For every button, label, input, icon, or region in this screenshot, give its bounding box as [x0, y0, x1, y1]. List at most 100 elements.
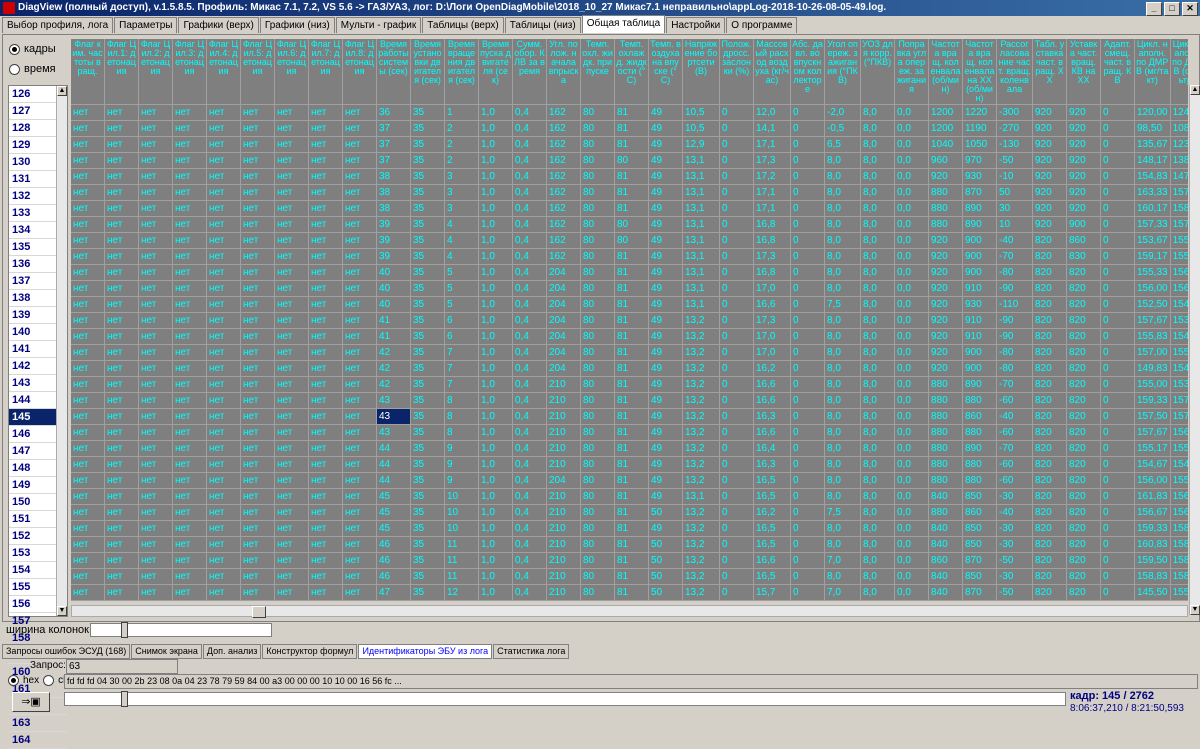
- table-cell[interactable]: 5: [444, 280, 479, 297]
- table-cell[interactable]: 204: [546, 360, 581, 377]
- table-cell[interactable]: 210: [546, 552, 581, 569]
- table-cell[interactable]: нет: [308, 392, 343, 409]
- table-cell[interactable]: нет: [274, 456, 309, 473]
- table-cell[interactable]: 8,0: [860, 248, 895, 265]
- table-cell[interactable]: 16,2: [753, 360, 791, 377]
- table-cell[interactable]: нет: [71, 136, 105, 153]
- table-cell[interactable]: 50: [648, 568, 683, 585]
- table-row[interactable]: нет нет нет нет нет нет нет нет нет 39 35 4 1,0 0,4 16…: [71, 216, 1188, 233]
- table-cell[interactable]: 880: [962, 456, 997, 473]
- table-cell[interactable]: нет: [71, 184, 105, 201]
- radio-time[interactable]: время: [9, 63, 56, 75]
- table-cell[interactable]: 0,0: [894, 456, 929, 473]
- table-cell[interactable]: 49: [648, 200, 683, 217]
- table-cell[interactable]: нет: [71, 152, 105, 169]
- table-cell[interactable]: нет: [240, 584, 275, 601]
- table-cell[interactable]: нет: [138, 280, 173, 297]
- table-cell[interactable]: 3: [444, 200, 479, 217]
- table-cell[interactable]: 8,0: [860, 568, 895, 585]
- table-cell[interactable]: 17,3: [753, 248, 791, 265]
- table-cell[interactable]: 160,83: [1134, 536, 1171, 553]
- table-cell[interactable]: 155,83: [1170, 472, 1188, 489]
- table-cell[interactable]: 8,0: [824, 472, 861, 489]
- table-cell[interactable]: нет: [274, 552, 309, 569]
- table-cell[interactable]: нет: [274, 264, 309, 281]
- table-cell[interactable]: 156,67: [1170, 504, 1188, 521]
- table-cell[interactable]: нет: [342, 136, 377, 153]
- table-cell[interactable]: 148,17: [1134, 152, 1171, 169]
- table-cell[interactable]: 159,17: [1134, 248, 1171, 265]
- table-cell[interactable]: 840: [928, 568, 963, 585]
- table-cell[interactable]: 0,0: [894, 344, 929, 361]
- table-cell[interactable]: 8,0: [860, 296, 895, 313]
- row-number[interactable]: 163: [9, 715, 67, 732]
- table-cell[interactable]: нет: [138, 200, 173, 217]
- table-cell[interactable]: 820: [1066, 424, 1101, 441]
- table-cell[interactable]: нет: [308, 568, 343, 585]
- table-cell[interactable]: 840: [928, 536, 963, 553]
- table-cell[interactable]: 0,4: [512, 264, 547, 281]
- table-cell[interactable]: 0: [719, 360, 754, 377]
- table-cell[interactable]: нет: [308, 168, 343, 185]
- table-cell[interactable]: 1,0: [478, 232, 513, 249]
- table-cell[interactable]: нет: [172, 136, 207, 153]
- table-cell[interactable]: 8,0: [824, 376, 861, 393]
- table-cell[interactable]: 1,0: [478, 488, 513, 505]
- bottom-tab-2[interactable]: Доп. анализ: [202, 644, 262, 659]
- table-cell[interactable]: нет: [206, 488, 241, 505]
- table-cell[interactable]: нет: [342, 440, 377, 457]
- table-row[interactable]: нет нет нет нет нет нет нет нет нет 45 35 10 1,0 0,4 2…: [71, 488, 1188, 505]
- table-cell[interactable]: 16,8: [753, 232, 791, 249]
- table-cell[interactable]: нет: [172, 232, 207, 249]
- table-cell[interactable]: 0,0: [894, 552, 929, 569]
- table-cell[interactable]: 49: [648, 424, 683, 441]
- table-cell[interactable]: нет: [240, 536, 275, 553]
- table-cell[interactable]: 0: [719, 264, 754, 281]
- table-cell[interactable]: 8,0: [860, 136, 895, 153]
- table-row[interactable]: нет нет нет нет нет нет нет нет нет 38 35 3 1,0 0,4 16…: [71, 168, 1188, 185]
- table-cell[interactable]: нет: [138, 104, 173, 121]
- table-cell[interactable]: нет: [342, 472, 377, 489]
- table-cell[interactable]: нет: [240, 296, 275, 313]
- table-cell[interactable]: 820: [1032, 280, 1067, 297]
- table-cell[interactable]: нет: [274, 232, 309, 249]
- table-cell[interactable]: нет: [71, 280, 105, 297]
- table-cell[interactable]: 8,0: [824, 600, 861, 601]
- table-cell[interactable]: 820: [1032, 328, 1067, 345]
- table-cell[interactable]: 35: [410, 504, 445, 521]
- table-cell[interactable]: нет: [172, 600, 207, 601]
- table-cell[interactable]: нет: [206, 584, 241, 601]
- table-cell[interactable]: нет: [274, 120, 309, 137]
- table-cell[interactable]: 0: [790, 344, 825, 361]
- table-cell[interactable]: 16,5: [753, 472, 791, 489]
- table-cell[interactable]: 40: [376, 280, 411, 297]
- table-cell[interactable]: 850: [962, 568, 997, 585]
- table-cell[interactable]: 8,0: [824, 536, 861, 553]
- table-cell[interactable]: 13,1: [682, 168, 720, 185]
- table-cell[interactable]: 880: [928, 392, 963, 409]
- table-cell[interactable]: нет: [274, 216, 309, 233]
- table-row[interactable]: нет нет нет нет нет нет нет нет нет 37 35 2 1,0 0,4 16…: [71, 120, 1188, 137]
- table-cell[interactable]: 820: [1032, 456, 1067, 473]
- table-cell[interactable]: нет: [342, 328, 377, 345]
- table-cell[interactable]: 920: [1066, 136, 1101, 153]
- table-cell[interactable]: 920: [928, 328, 963, 345]
- table-cell[interactable]: нет: [104, 472, 139, 489]
- table-cell[interactable]: 204: [546, 328, 581, 345]
- table-cell[interactable]: нет: [342, 408, 377, 425]
- table-cell[interactable]: нет: [342, 312, 377, 329]
- table-cell[interactable]: 49: [648, 264, 683, 281]
- table-cell[interactable]: нет: [240, 184, 275, 201]
- table-cell[interactable]: 13,1: [682, 152, 720, 169]
- table-cell[interactable]: нет: [172, 504, 207, 521]
- table-cell[interactable]: 81: [614, 184, 649, 201]
- table-cell[interactable]: 38: [376, 200, 411, 217]
- table-cell[interactable]: 890: [962, 376, 997, 393]
- table-cell[interactable]: нет: [274, 536, 309, 553]
- table-cell[interactable]: нет: [274, 136, 309, 153]
- table-cell[interactable]: 0: [1100, 408, 1135, 425]
- table-cell[interactable]: 0,0: [894, 280, 929, 297]
- table-cell[interactable]: 210: [546, 504, 581, 521]
- table-cell[interactable]: нет: [206, 328, 241, 345]
- table-cell[interactable]: 81: [614, 312, 649, 329]
